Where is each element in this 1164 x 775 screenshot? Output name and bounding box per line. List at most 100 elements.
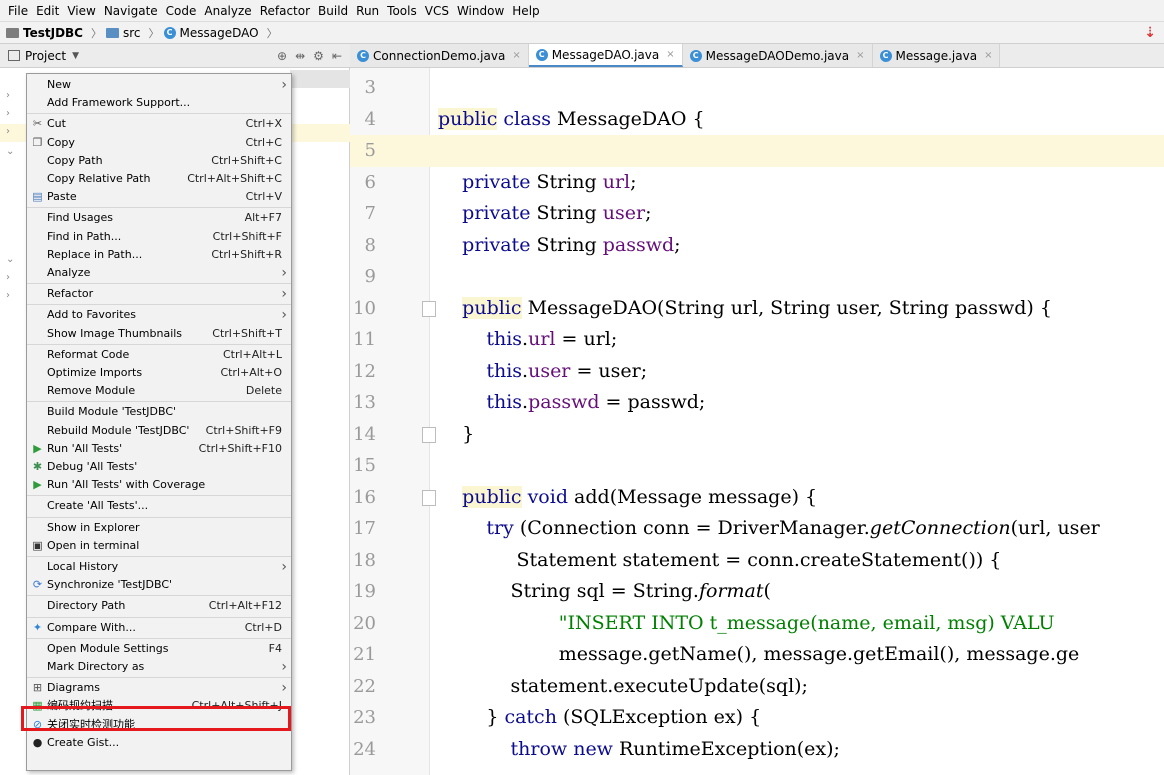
context-menu-item[interactable]: ✂ Cut Ctrl+X (27, 115, 291, 133)
collapse-all-icon[interactable]: ⇹ (295, 49, 305, 63)
menu-navigate[interactable]: Navigate (100, 4, 162, 18)
tab-connectiondemo[interactable]: C ConnectionDemo.java × (350, 44, 529, 67)
tree-expand-arrow[interactable]: › (6, 126, 10, 137)
context-menu-item[interactable]: Mark Directory as › (27, 658, 291, 676)
menu-help[interactable]: Help (508, 4, 543, 18)
context-menu-item[interactable]: New › (27, 76, 291, 94)
close-icon[interactable]: × (984, 50, 992, 61)
menu-analyze[interactable]: Analyze (200, 4, 255, 18)
context-menu-item[interactable]: Reformat Code Ctrl+Alt+L (27, 346, 291, 364)
context-menu-item[interactable]: ⟳ Synchronize 'TestJDBC' (27, 576, 291, 594)
tree-expand-arrow[interactable]: › (6, 290, 10, 301)
menu-build[interactable]: Build (314, 4, 352, 18)
close-icon[interactable]: × (512, 50, 520, 61)
chevron-down-icon[interactable]: ▼ (72, 51, 79, 61)
menu-edit[interactable]: Edit (32, 4, 63, 18)
code-line[interactable]: 10 public MessageDAO(String url, String … (350, 293, 1164, 325)
project-panel-title[interactable]: Project (25, 49, 66, 63)
code-line[interactable]: 18 Statement statement = conn.createStat… (350, 545, 1164, 577)
context-menu-item[interactable]: ▤ Paste Ctrl+V (27, 188, 291, 206)
menu-run[interactable]: Run (352, 4, 383, 18)
code-editor[interactable]: 3 4 public class MessageDAO {5 6 private St… (350, 68, 1164, 775)
code-line[interactable]: 16 public void add(Message message) { (350, 482, 1164, 514)
code-line[interactable]: 15 (350, 450, 1164, 482)
tab-messagedaodemo[interactable]: C MessageDAODemo.java × (682, 44, 873, 67)
context-menu-item[interactable]: Find in Path... Ctrl+Shift+F (27, 228, 291, 246)
tree-expand-arrow[interactable]: › (6, 272, 10, 283)
context-menu-item[interactable]: Create 'All Tests'... (27, 497, 291, 515)
tab-message[interactable]: C Message.java × (872, 44, 1001, 67)
submenu-arrow-icon: › (281, 559, 287, 575)
menu-tools[interactable]: Tools (383, 4, 421, 18)
context-menu-item[interactable]: Analyze › (27, 264, 291, 282)
code-line[interactable]: 22 statement.executeUpdate(sql); (350, 671, 1164, 703)
menu-refactor[interactable]: Refactor (256, 4, 314, 18)
context-menu-item[interactable]: Directory Path Ctrl+Alt+F12 (27, 597, 291, 615)
context-menu-item[interactable]: Open Module Settings F4 (27, 640, 291, 658)
close-icon[interactable]: × (856, 50, 864, 61)
fold-marker-icon[interactable] (422, 300, 436, 317)
sync-scroll-icon[interactable]: ⊕ (277, 49, 287, 63)
context-menu-item[interactable]: Rebuild Module 'TestJDBC' Ctrl+Shift+F9 (27, 422, 291, 440)
code-line[interactable]: 17 try (Connection conn = DriverManager.… (350, 513, 1164, 545)
code-line[interactable]: 20 "INSERT INTO t_message(name, email, m… (350, 608, 1164, 640)
context-menu-item[interactable]: Show Image Thumbnails Ctrl+Shift+T (27, 325, 291, 343)
download-icon[interactable]: ⇣ (1144, 25, 1156, 41)
context-menu-item[interactable]: ⊞ Diagrams › (27, 679, 291, 697)
context-menu-item[interactable]: Add to Favorites › (27, 306, 291, 324)
code-line[interactable]: 5 (350, 135, 1164, 167)
context-menu-item[interactable]: Add Framework Support... (27, 94, 291, 112)
menu-file[interactable]: File (4, 4, 32, 18)
breadcrumb-src[interactable]: src (106, 26, 141, 40)
context-menu-item[interactable]: Local History › (27, 558, 291, 576)
code-line[interactable]: 11 this.url = url; (350, 324, 1164, 356)
tree-expand-arrow[interactable]: ⌄ (6, 146, 14, 157)
context-menu-item[interactable]: Find Usages Alt+F7 (27, 209, 291, 227)
fold-marker-icon[interactable] (422, 489, 436, 506)
tree-expand-arrow[interactable]: › (6, 90, 10, 101)
context-menu-item[interactable]: Build Module 'TestJDBC' (27, 403, 291, 421)
menu-view[interactable]: View (63, 4, 99, 18)
context-menu-item[interactable]: Optimize Imports Ctrl+Alt+O (27, 364, 291, 382)
class-icon: C (535, 48, 548, 61)
context-menu-item[interactable]: ● Create Gist... (27, 734, 291, 752)
tree-expand-arrow[interactable]: › (6, 108, 10, 119)
code-line[interactable]: 23 } catch (SQLException ex) { (350, 702, 1164, 734)
code-line[interactable]: 7 private String user; (350, 198, 1164, 230)
context-menu-item[interactable]: Remove Module Delete (27, 382, 291, 400)
breadcrumb-file[interactable]: C MessageDAO (163, 26, 259, 40)
close-icon[interactable]: × (666, 49, 674, 60)
hide-panel-icon[interactable]: ⇤ (332, 49, 342, 63)
code-line[interactable]: 4 public class MessageDAO { (350, 104, 1164, 136)
context-menu-item[interactable]: Show in Explorer (27, 519, 291, 537)
code-line[interactable]: 24 throw new RuntimeException(ex); (350, 734, 1164, 766)
context-menu-item[interactable]: ✦ Compare With... Ctrl+D (27, 619, 291, 637)
context-menu-item[interactable]: Copy Path Ctrl+Shift+C (27, 152, 291, 170)
code-line[interactable]: 9 (350, 261, 1164, 293)
context-menu-item[interactable]: Copy Relative Path Ctrl+Alt+Shift+C (27, 170, 291, 188)
context-menu-item[interactable]: ▶ Run 'All Tests' Ctrl+Shift+F10 (27, 440, 291, 458)
context-menu-item[interactable]: ✱ Debug 'All Tests' (27, 458, 291, 476)
context-menu-item[interactable]: Replace in Path... Ctrl+Shift+R (27, 246, 291, 264)
menu-vcs[interactable]: VCS (421, 4, 453, 18)
breadcrumb-project[interactable]: TestJDBC (6, 26, 83, 40)
context-menu-item-label: Remove Module (47, 384, 136, 398)
fold-marker-icon[interactable] (422, 426, 436, 443)
code-line[interactable]: 12 this.user = user; (350, 356, 1164, 388)
code-line[interactable]: 3 (350, 72, 1164, 104)
context-menu-item[interactable]: ▣ Open in terminal (27, 537, 291, 555)
code-line[interactable]: 6 private String url; (350, 167, 1164, 199)
code-line[interactable]: 8 private String passwd; (350, 230, 1164, 262)
code-line[interactable]: 13 this.passwd = passwd; (350, 387, 1164, 419)
code-line[interactable]: 19 String sql = String.format( (350, 576, 1164, 608)
menu-code[interactable]: Code (162, 4, 201, 18)
code-line[interactable]: 14 } (350, 419, 1164, 451)
tree-expand-arrow[interactable]: ⌄ (6, 254, 14, 265)
context-menu-item[interactable]: ▶ Run 'All Tests' with Coverage (27, 476, 291, 494)
context-menu-item[interactable]: Refactor › (27, 285, 291, 303)
context-menu-item[interactable]: ❐ Copy Ctrl+C (27, 134, 291, 152)
gear-icon[interactable]: ⚙ (313, 49, 324, 63)
code-line[interactable]: 21 message.getName(), message.getEmail()… (350, 639, 1164, 671)
tab-messagedao[interactable]: C MessageDAO.java × (528, 44, 683, 67)
menu-window[interactable]: Window (453, 4, 508, 18)
